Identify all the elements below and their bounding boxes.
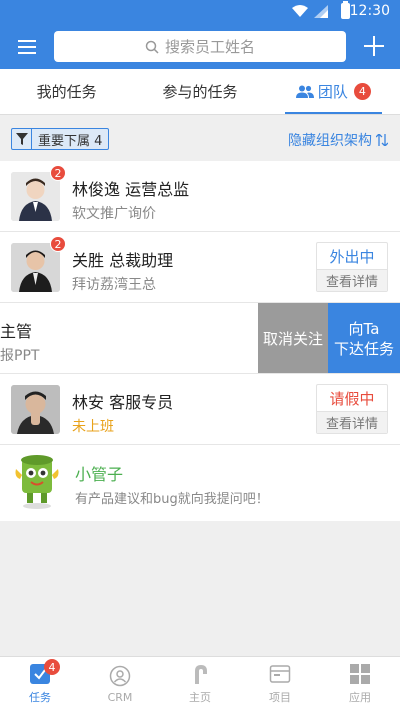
project-icon (269, 665, 291, 683)
avatar-badge: 2 (50, 236, 66, 252)
team-member-list: 2 林俊逸 运营总监 软文推广询价 2 关胜 总裁助理 拜访荔湾王总 外出中 查… (0, 161, 400, 521)
nav-tasks[interactable]: 4 任务 (0, 657, 80, 711)
tab-team[interactable]: 团队 4 (267, 69, 400, 114)
status-badge: 外出中 (317, 243, 387, 270)
menu-icon[interactable] (18, 40, 36, 54)
nav-crm[interactable]: CRM (80, 657, 160, 711)
nav-badge: 4 (44, 659, 60, 675)
status-box[interactable]: 请假中 查看详情 (316, 384, 388, 434)
nav-home[interactable]: 主页 (160, 657, 240, 711)
bottom-navigation: 4 任务 CRM 主页 项目 应用 (0, 656, 400, 711)
unfollow-button[interactable]: 取消关注 (258, 303, 328, 373)
task-tabs: 我的任务 参与的任务 团队 4 (0, 69, 400, 115)
nav-label: CRM (107, 690, 133, 704)
bot-hint: 有产品建议和bug就向我提问吧！ (75, 492, 269, 507)
nav-projects[interactable]: 项目 (240, 657, 320, 711)
avatar-badge: 2 (50, 165, 66, 181)
status-time: 12:30 (349, 3, 390, 19)
member-name: 林俊逸 运营总监 (72, 180, 190, 199)
crm-icon (109, 665, 131, 686)
signal-icon (314, 5, 328, 18)
sort-icon (376, 134, 388, 146)
search-placeholder: 搜索员工姓名 (164, 38, 255, 56)
nav-label: 项目 (269, 691, 291, 704)
filter-icon (15, 133, 28, 145)
status-badge: 请假中 (317, 385, 387, 412)
unfollow-label: 取消关注 (262, 329, 323, 348)
team-badge: 4 (353, 83, 371, 100)
assign-label-line2: 下达任务 (333, 339, 394, 358)
search-input[interactable]: 搜索员工姓名 (54, 31, 346, 62)
bot-mascot-icon (15, 455, 59, 509)
member-name: 林安 客服专员 (72, 393, 174, 412)
status-bar: 12:30 (0, 0, 400, 24)
member-name: 关胜 总裁助理 (72, 251, 174, 270)
add-icon[interactable] (364, 36, 384, 56)
wifi-icon (292, 5, 308, 17)
member-task: 软文推广询价 (72, 206, 156, 222)
list-item[interactable]: 主管 汇报PPT 取消关注 向Ta 下达任务 (0, 303, 400, 374)
member-name: 主管 (0, 322, 33, 341)
tab-label: 团队 (317, 83, 348, 101)
home-icon (195, 665, 207, 684)
list-item[interactable]: 2 关胜 总裁助理 拜访荔湾王总 外出中 查看详情 (0, 232, 400, 303)
list-item[interactable]: 林安 客服专员 未上班 请假中 查看详情 (0, 374, 400, 445)
avatar (11, 385, 60, 434)
view-details-button[interactable]: 查看详情 (317, 270, 387, 291)
battery-icon (341, 1, 350, 19)
hide-org-label: 隐藏组织架构 (288, 133, 372, 149)
team-icon (295, 85, 314, 98)
member-task: 拜访荔湾王总 (72, 277, 156, 293)
filter-bar: 重要下属 4 隐藏组织架构 (0, 115, 400, 161)
tab-participated-tasks[interactable]: 参与的任务 (133, 69, 266, 114)
filter-label: 重要下属 4 (38, 133, 103, 149)
member-task: 汇报PPT (0, 348, 40, 364)
assign-task-button[interactable]: 向Ta 下达任务 (328, 303, 400, 373)
tab-my-tasks[interactable]: 我的任务 (0, 69, 133, 114)
nav-label: 主页 (189, 691, 211, 704)
hide-org-toggle[interactable]: 隐藏组织架构 (288, 130, 388, 150)
list-item[interactable]: 小管子 有产品建议和bug就向我提问吧！ (0, 445, 400, 521)
tab-label: 我的任务 (36, 83, 97, 101)
important-subordinates-filter[interactable]: 重要下属 4 (11, 128, 110, 150)
bot-name: 小管子 (75, 465, 124, 484)
status-box[interactable]: 外出中 查看详情 (316, 242, 388, 292)
nav-label: 任务 (29, 691, 51, 704)
view-details-button[interactable]: 查看详情 (317, 412, 387, 433)
app-bar: 搜索员工姓名 (0, 24, 400, 69)
nav-label: 应用 (349, 691, 371, 704)
tab-label: 参与的任务 (162, 83, 238, 101)
apps-icon (350, 664, 370, 684)
assign-label-line1: 向Ta (348, 319, 380, 338)
search-icon (145, 40, 159, 54)
member-task: 未上班 (72, 419, 114, 435)
nav-apps[interactable]: 应用 (320, 657, 400, 711)
list-item[interactable]: 2 林俊逸 运营总监 软文推广询价 (0, 161, 400, 232)
